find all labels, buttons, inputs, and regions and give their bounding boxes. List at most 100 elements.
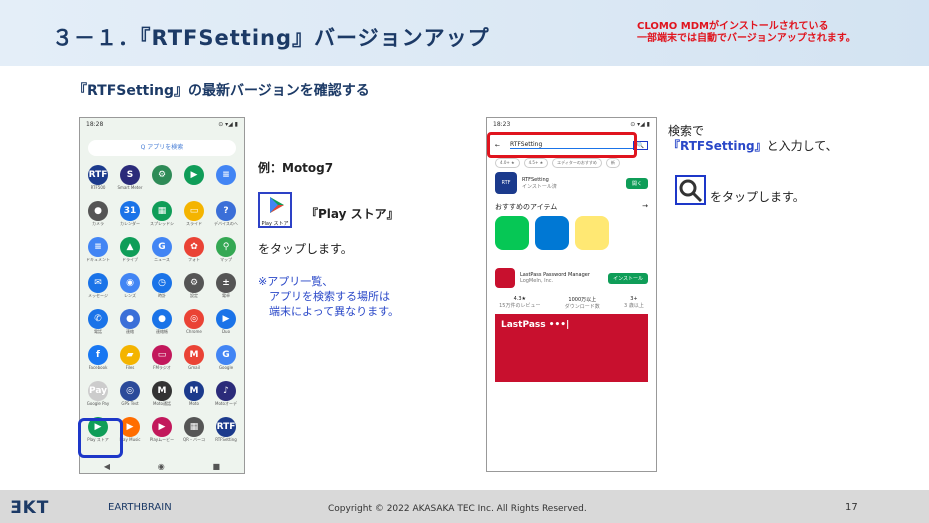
instruction-line-1: 検索で bbox=[668, 124, 705, 138]
open-button[interactable]: 開く bbox=[625, 177, 648, 189]
status-time-2: 18:23 bbox=[493, 121, 511, 128]
app-tile[interactable]: M Gmail bbox=[178, 342, 210, 376]
app-tile[interactable]: ◉ レンズ bbox=[114, 270, 146, 304]
app-tile[interactable]: ⚲ マップ bbox=[210, 234, 242, 268]
app-tile[interactable]: ▦ QR・バーコ bbox=[178, 414, 210, 448]
app-icon: G bbox=[152, 237, 172, 257]
playstore-highlight bbox=[78, 418, 123, 458]
filter-chip[interactable]: 新 bbox=[605, 158, 620, 168]
app-tile[interactable]: ▲ ドライブ bbox=[114, 234, 146, 268]
app-label: Facebook bbox=[88, 365, 108, 370]
app-tile[interactable]: ± 電卓 bbox=[210, 270, 242, 304]
line-app-icon[interactable] bbox=[495, 216, 529, 250]
recents-icon[interactable]: ■ bbox=[213, 462, 221, 471]
install-button[interactable]: インストール bbox=[608, 272, 648, 284]
app-tile[interactable]: ▶ bbox=[178, 162, 210, 196]
arrow-right-icon[interactable]: → bbox=[642, 202, 648, 212]
app-icon: Pay bbox=[88, 381, 108, 401]
app-label: Smart Meter bbox=[117, 185, 143, 190]
app-icon: ≡ bbox=[216, 165, 236, 185]
app-tile[interactable]: ⚙ bbox=[146, 162, 178, 196]
app-tile[interactable]: ▦ スプレッドシ bbox=[146, 198, 178, 232]
app-icon: ≡ bbox=[88, 237, 108, 257]
search-instruction: 検索で 『RTFSetting』と入力して、 bbox=[668, 124, 838, 154]
copyright: Copyright © 2022 AKASAKA TEC Inc. All Ri… bbox=[328, 504, 587, 514]
app-tile[interactable]: ◎ Chrome bbox=[178, 306, 210, 340]
app-label: ドキュメント bbox=[86, 257, 110, 262]
app-tile[interactable]: M Moto通話 bbox=[146, 378, 178, 412]
app-icon: ▦ bbox=[184, 417, 204, 437]
result-lastpass[interactable]: LastPass Password Manager LogMeIn, Inc. イン… bbox=[487, 264, 656, 292]
app-icon: RTF bbox=[216, 417, 236, 437]
app-label: マップ bbox=[220, 257, 232, 262]
app-search-bar[interactable]: Q アプリを検索 bbox=[88, 140, 236, 156]
app-tile[interactable]: ▶ Duo bbox=[210, 306, 242, 340]
app-icon: ▲ bbox=[120, 237, 140, 257]
lastpass-banner: LastPass •••| bbox=[495, 314, 648, 382]
app-tile[interactable]: RTF RTFSetting bbox=[210, 414, 242, 448]
app-icon: ✉ bbox=[88, 273, 108, 293]
app-icon: M bbox=[184, 345, 204, 365]
app-tile[interactable]: 31 カレンダー bbox=[114, 198, 146, 232]
app-tile[interactable]: G Google bbox=[210, 342, 242, 376]
home-icon[interactable]: ◉ bbox=[158, 462, 165, 471]
app-tile[interactable]: ⚙ 設定 bbox=[178, 270, 210, 304]
rtfsetting-app-icon: RTF bbox=[495, 172, 517, 194]
app-label: Chrome bbox=[186, 329, 202, 334]
app-tile[interactable]: M Moto bbox=[178, 378, 210, 412]
recommended-apps bbox=[487, 216, 656, 250]
app-tile[interactable]: ● 連絡 bbox=[114, 306, 146, 340]
app-tile[interactable]: ● カメラ bbox=[82, 198, 114, 232]
app-icon: ♪ bbox=[216, 381, 236, 401]
back-icon[interactable]: ◀ bbox=[104, 462, 110, 471]
search-icon-large bbox=[675, 175, 706, 205]
app-tile[interactable]: ▰ Files bbox=[114, 342, 146, 376]
filter-chip[interactable]: 4.5+ ★ bbox=[523, 158, 549, 168]
app-tile[interactable]: ✆ 電話 bbox=[82, 306, 114, 340]
app-tile[interactable]: ◷ 時計 bbox=[146, 270, 178, 304]
filter-chip[interactable]: 4.0+ ★ bbox=[495, 158, 520, 168]
page-number: 17 bbox=[845, 502, 858, 513]
app-icon: ◎ bbox=[184, 309, 204, 329]
filter-chip[interactable]: エディターのおすすめ bbox=[552, 158, 602, 168]
auto-update-note: CLOMO MDMがインストールされている 一部端末では自動でバージョンアップされ… bbox=[637, 21, 856, 45]
lastpass-stats: 4.3★ 15万件のレビュー 1000万以上 ダウンロード数 3+ 3 歳以上 bbox=[487, 292, 656, 314]
note-line-1: CLOMO MDMがインストールされている bbox=[637, 21, 829, 32]
app-tile[interactable]: G ニュース bbox=[146, 234, 178, 268]
app-tile[interactable]: S Smart Meter bbox=[114, 162, 146, 196]
app-label: カレンダー bbox=[120, 221, 140, 226]
app-tile[interactable]: f Facebook bbox=[82, 342, 114, 376]
app-tile[interactable]: ✿ フォト bbox=[178, 234, 210, 268]
app-icon: ◷ bbox=[152, 273, 172, 293]
app-tile[interactable]: ▭ FMラジオ bbox=[146, 342, 178, 376]
app-tile[interactable]: ≡ ドキュメント bbox=[82, 234, 114, 268]
app-tile[interactable]: Pay Google Pay bbox=[82, 378, 114, 412]
app-label: ドライブ bbox=[122, 257, 138, 262]
app-label: 電卓 bbox=[222, 293, 230, 298]
app-icon: ± bbox=[216, 273, 236, 293]
app-tile[interactable]: ● 連絡帳 bbox=[146, 306, 178, 340]
slide-title: ３－１．『RTFSetting』バージョンアップ bbox=[52, 26, 490, 50]
outlook-app-icon[interactable] bbox=[535, 216, 569, 250]
app-label: Moto通話 bbox=[153, 401, 171, 406]
stat-item: 3+ 3 歳以上 bbox=[624, 296, 644, 310]
app-label: Playムービー bbox=[149, 437, 175, 442]
app-tile[interactable]: ▶ Playムービー bbox=[146, 414, 178, 448]
note-line-2: 一部端末では自動でバージョンアップされます。 bbox=[637, 33, 856, 44]
app-tile[interactable]: RTF RTF500 bbox=[82, 162, 114, 196]
note-app-icon[interactable] bbox=[575, 216, 609, 250]
playstore-icon-label: Play ストア bbox=[261, 221, 289, 227]
app-tile[interactable]: ≡ bbox=[210, 162, 242, 196]
app-icon: ✆ bbox=[88, 309, 108, 329]
app-sub: インストール済 bbox=[522, 183, 557, 190]
app-tile[interactable]: ✉ メッセージ bbox=[82, 270, 114, 304]
app-tile[interactable]: ▭ スライド bbox=[178, 198, 210, 232]
app-tile[interactable]: ♪ Motoオーデ bbox=[210, 378, 242, 412]
app-tile[interactable]: ◎ GPS Test bbox=[114, 378, 146, 412]
recommended-title: おすすめのアイテム bbox=[495, 203, 558, 211]
app-label: RTFSetting bbox=[215, 437, 237, 442]
app-tile[interactable]: ? デバイスのヘ bbox=[210, 198, 242, 232]
app-icon: ◉ bbox=[120, 273, 140, 293]
result-rtfsetting[interactable]: RTF RTFSetting インストール済 開く bbox=[487, 168, 656, 198]
search-highlight-red bbox=[487, 132, 637, 158]
